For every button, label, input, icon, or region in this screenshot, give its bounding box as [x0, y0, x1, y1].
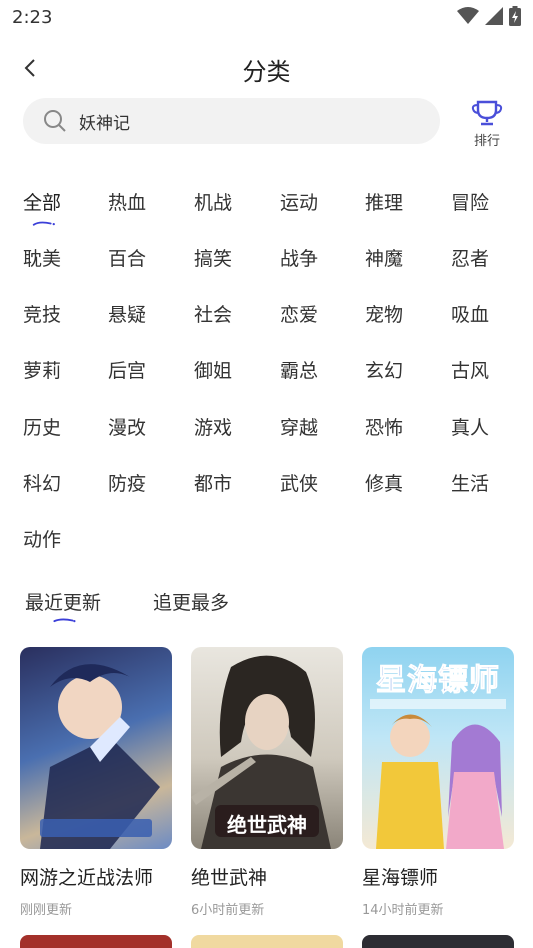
- category-item[interactable]: 运动: [280, 188, 318, 215]
- header: 分类: [0, 44, 533, 90]
- category-item[interactable]: 竞技: [23, 300, 61, 327]
- category-item[interactable]: 穿越: [280, 413, 318, 440]
- comic-cover: [20, 647, 172, 849]
- comic-cover: 星海镖师: [362, 647, 514, 849]
- comic-cover-peek[interactable]: [20, 935, 172, 948]
- category-item[interactable]: 忍者: [451, 244, 489, 271]
- category-item[interactable]: 社会: [194, 300, 232, 327]
- comic-cover: 绝世武神: [191, 647, 343, 849]
- category-item[interactable]: 搞笑: [194, 244, 232, 271]
- category-item[interactable]: 机战: [194, 188, 232, 215]
- category-item[interactable]: 后宫: [108, 356, 146, 383]
- category-item[interactable]: 耽美: [23, 244, 61, 271]
- comic-update-time: 6小时前更新: [191, 903, 265, 918]
- category-item[interactable]: 都市: [194, 469, 232, 496]
- category-item[interactable]: 动作: [23, 525, 61, 552]
- category-item[interactable]: 悬疑: [108, 300, 146, 327]
- comic-update-time: 刚刚更新: [20, 903, 73, 918]
- category-item[interactable]: 推理: [365, 188, 403, 215]
- comic-update-time: 14小时前更新: [362, 903, 444, 918]
- category-item[interactable]: 宠物: [365, 300, 403, 327]
- search-input[interactable]: 妖神记: [23, 98, 440, 144]
- category-item[interactable]: 玄幻: [365, 356, 403, 383]
- category-item[interactable]: 修真: [365, 469, 403, 496]
- category-item[interactable]: 萝莉: [23, 356, 61, 383]
- search-icon: [44, 110, 66, 132]
- sort-tabs: 最近更新 追更最多: [0, 588, 533, 628]
- rank-button[interactable]: 排行: [466, 100, 508, 152]
- category-item[interactable]: 武侠: [280, 469, 318, 496]
- category-item[interactable]: 御姐: [194, 356, 232, 383]
- signal-icon: [485, 7, 503, 25]
- category-item[interactable]: 战争: [280, 244, 318, 271]
- comic-cover-peek[interactable]: [362, 935, 514, 948]
- tab-most-followed[interactable]: 追更最多: [153, 588, 229, 615]
- status-icons: [457, 6, 521, 26]
- category-item[interactable]: 游戏: [194, 413, 232, 440]
- comic-card[interactable]: 星海镖师 星海镖师 14小时前更新: [362, 647, 514, 918]
- category-item[interactable]: 百合: [108, 244, 146, 271]
- status-time: 2:23: [12, 7, 53, 28]
- category-item[interactable]: 科幻: [23, 469, 61, 496]
- category-item[interactable]: 防疫: [108, 469, 146, 496]
- category-active-underline: [32, 221, 55, 226]
- battery-icon: [509, 6, 521, 26]
- comic-cover-peek[interactable]: [191, 935, 343, 948]
- comic-title: 网游之近战法师: [20, 867, 154, 889]
- comic-title: 星海镖师: [362, 867, 439, 889]
- category-item[interactable]: 漫改: [108, 413, 146, 440]
- comic-title: 绝世武神: [191, 867, 268, 889]
- category-item[interactable]: 恋爱: [280, 300, 318, 327]
- rank-label: 排行: [473, 134, 500, 149]
- category-item[interactable]: 热血: [108, 188, 146, 215]
- cover-title-text: 星海镖师: [376, 663, 500, 699]
- trophy-icon: [471, 100, 503, 126]
- sort-tab-underline: [53, 618, 76, 623]
- category-item[interactable]: 恐怖: [365, 413, 403, 440]
- tab-recent-update[interactable]: 最近更新: [25, 588, 101, 615]
- category-item[interactable]: 冒险: [451, 188, 489, 215]
- category-item[interactable]: 历史: [23, 413, 61, 440]
- category-item[interactable]: 吸血: [451, 300, 489, 327]
- comic-card[interactable]: 网游之近战法师 刚刚更新: [20, 647, 172, 918]
- page-title: 分类: [242, 58, 291, 86]
- comic-card[interactable]: 绝世武神 绝世武神 6小时前更新: [191, 647, 343, 918]
- category-item[interactable]: 生活: [451, 469, 489, 496]
- wifi-icon: [457, 7, 479, 24]
- category-item[interactable]: 全部: [23, 188, 61, 215]
- cover-title-text: 绝世武神: [227, 813, 307, 837]
- status-bar: 2:23: [0, 0, 533, 36]
- category-item[interactable]: 神魔: [365, 244, 403, 271]
- category-item[interactable]: 霸总: [280, 356, 318, 383]
- category-item[interactable]: 古风: [451, 356, 489, 383]
- category-item[interactable]: 真人: [451, 413, 489, 440]
- search-value: 妖神记: [79, 113, 130, 134]
